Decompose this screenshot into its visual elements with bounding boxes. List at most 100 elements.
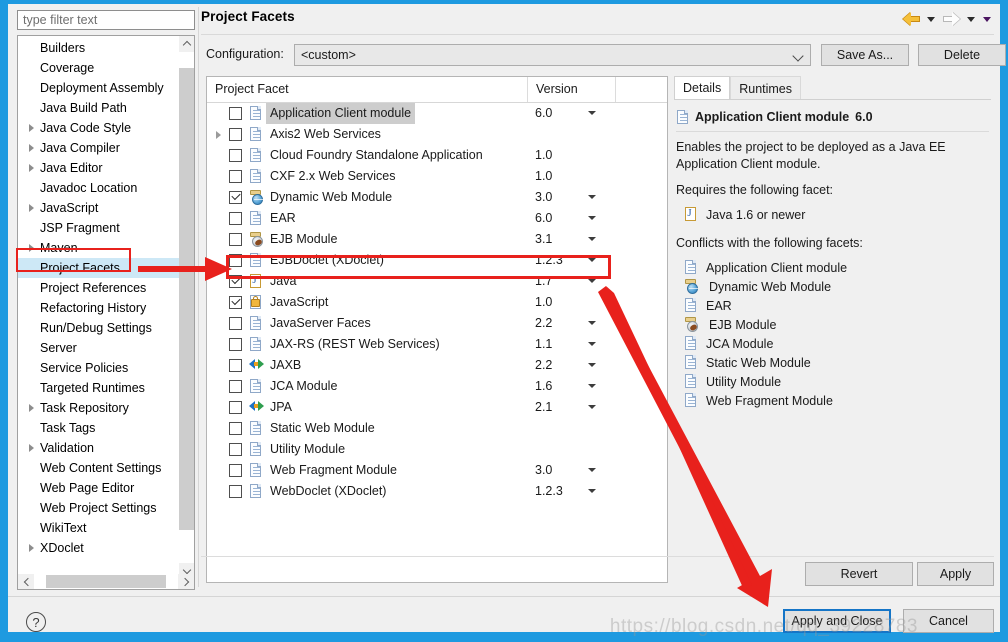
sidebar-item-coverage[interactable]: Coverage: [18, 58, 181, 78]
facet-row[interactable]: Axis2 Web Services: [207, 124, 667, 145]
settings-tree[interactable]: Builders Coverage Deployment Assembly Java …: [17, 35, 195, 580]
facet-checkbox[interactable]: [229, 338, 242, 351]
sidebar-item-java-compiler[interactable]: Java Compiler: [18, 138, 181, 158]
revert-button[interactable]: Revert: [805, 562, 913, 586]
apply-button[interactable]: Apply: [917, 562, 994, 586]
facet-checkbox[interactable]: [229, 464, 242, 477]
expand-arrow-icon[interactable]: [26, 438, 36, 458]
facet-row[interactable]: EJB Module 3.1: [207, 229, 667, 250]
sidebar-item-xdoclet[interactable]: XDoclet: [18, 538, 181, 558]
facet-row[interactable]: JAXB 2.2: [207, 355, 667, 376]
facet-checkbox[interactable]: [229, 380, 242, 393]
facet-row[interactable]: Static Web Module: [207, 418, 667, 439]
facet-row[interactable]: Web Fragment Module 3.0: [207, 460, 667, 481]
tree-horizontal-scrollbar[interactable]: [17, 574, 195, 590]
facet-checkbox[interactable]: [229, 317, 242, 330]
facet-checkbox[interactable]: [229, 149, 242, 162]
expand-arrow-icon[interactable]: [26, 198, 36, 218]
save-as-button[interactable]: Save As...: [821, 44, 909, 66]
configuration-select[interactable]: <custom>: [294, 44, 811, 66]
sidebar-item-builders[interactable]: Builders: [18, 38, 181, 58]
sidebar-item-deployment-assembly[interactable]: Deployment Assembly: [18, 78, 181, 98]
version-chevron-down-icon[interactable]: [588, 363, 596, 367]
facet-checkbox[interactable]: [229, 170, 242, 183]
scrollbar-thumb[interactable]: [179, 68, 194, 530]
tree-vertical-scrollbar[interactable]: [179, 36, 194, 579]
facet-row[interactable]: Cloud Foundry Standalone Application 1.0: [207, 145, 667, 166]
facet-checkbox[interactable]: [229, 233, 242, 246]
sidebar-item-javadoc-location[interactable]: Javadoc Location: [18, 178, 181, 198]
apply-and-close-button[interactable]: Apply and Close: [783, 609, 891, 633]
tab-runtimes[interactable]: Runtimes: [730, 76, 802, 100]
facet-checkbox[interactable]: [229, 422, 242, 435]
expand-arrow-icon[interactable]: [26, 538, 36, 558]
facet-row[interactable]: J Java 1.7: [207, 271, 667, 292]
expand-arrow-icon[interactable]: [26, 118, 36, 138]
facet-checkbox[interactable]: [229, 401, 242, 414]
back-history-chevron-down-icon[interactable]: [924, 8, 938, 30]
version-chevron-down-icon[interactable]: [588, 216, 596, 220]
version-chevron-down-icon[interactable]: [588, 468, 596, 472]
sidebar-item-java-editor[interactable]: Java Editor: [18, 158, 181, 178]
facet-checkbox[interactable]: [229, 254, 242, 267]
version-chevron-down-icon[interactable]: [588, 279, 596, 283]
sidebar-item-web-content-settings[interactable]: Web Content Settings: [18, 458, 181, 478]
column-header-extra[interactable]: [615, 77, 667, 102]
hscrollbar-thumb[interactable]: [46, 575, 166, 588]
facet-row[interactable]: JAX-RS (REST Web Services) 1.1: [207, 334, 667, 355]
sidebar-item-web-page-editor[interactable]: Web Page Editor: [18, 478, 181, 498]
back-arrow-icon[interactable]: [900, 8, 922, 30]
sidebar-item-run-debug-settings[interactable]: Run/Debug Settings: [18, 318, 181, 338]
facet-row[interactable]: Dynamic Web Module 3.0: [207, 187, 667, 208]
sidebar-item-task-tags[interactable]: Task Tags: [18, 418, 181, 438]
expand-arrow-icon[interactable]: [26, 158, 36, 178]
version-chevron-down-icon[interactable]: [588, 111, 596, 115]
version-chevron-down-icon[interactable]: [588, 342, 596, 346]
facet-checkbox[interactable]: [229, 443, 242, 456]
sidebar-item-maven[interactable]: Maven: [18, 238, 181, 258]
facet-row[interactable]: Application Client module 6.0: [207, 103, 667, 124]
facet-row[interactable]: EJBDoclet (XDoclet) 1.2.3: [207, 250, 667, 271]
sidebar-item-web-project-settings[interactable]: Web Project Settings: [18, 498, 181, 518]
scroll-right-arrow-icon[interactable]: [178, 574, 194, 589]
facet-row[interactable]: Utility Module: [207, 439, 667, 460]
sidebar-item-task-repository[interactable]: Task Repository: [18, 398, 181, 418]
facet-checkbox[interactable]: [229, 359, 242, 372]
scroll-up-arrow-icon[interactable]: [179, 36, 194, 52]
version-chevron-down-icon[interactable]: [588, 405, 596, 409]
sidebar-item-service-policies[interactable]: Service Policies: [18, 358, 181, 378]
forward-history-chevron-down-icon[interactable]: [964, 8, 978, 30]
sidebar-item-project-facets[interactable]: Project Facets: [18, 258, 181, 278]
expand-arrow-icon[interactable]: [26, 238, 36, 258]
column-header-version[interactable]: Version: [527, 77, 615, 102]
delete-button[interactable]: Delete: [918, 44, 1006, 66]
sidebar-item-java-build-path[interactable]: Java Build Path: [18, 98, 181, 118]
sidebar-item-project-references[interactable]: Project References: [18, 278, 181, 298]
version-chevron-down-icon[interactable]: [588, 321, 596, 325]
filter-input[interactable]: type filter text: [17, 10, 195, 30]
view-menu-chevron-down-icon[interactable]: [980, 8, 994, 30]
facet-table[interactable]: Project Facet Version Application Client…: [206, 76, 668, 583]
facet-checkbox[interactable]: [229, 191, 242, 204]
facet-row[interactable]: WebDoclet (XDoclet) 1.2.3: [207, 481, 667, 502]
scroll-left-arrow-icon[interactable]: [18, 574, 34, 589]
sidebar-item-targeted-runtimes[interactable]: Targeted Runtimes: [18, 378, 181, 398]
cancel-button[interactable]: Cancel: [903, 609, 994, 633]
version-chevron-down-icon[interactable]: [588, 384, 596, 388]
facet-row[interactable]: EAR 6.0: [207, 208, 667, 229]
version-chevron-down-icon[interactable]: [588, 489, 596, 493]
help-icon[interactable]: ?: [26, 612, 46, 632]
sidebar-item-java-code-style[interactable]: Java Code Style: [18, 118, 181, 138]
version-chevron-down-icon[interactable]: [588, 195, 596, 199]
facet-row[interactable]: JavaScript 1.0: [207, 292, 667, 313]
facet-checkbox[interactable]: [229, 485, 242, 498]
sidebar-item-validation[interactable]: Validation: [18, 438, 181, 458]
facet-row[interactable]: JPA 2.1: [207, 397, 667, 418]
facet-checkbox[interactable]: [229, 275, 242, 288]
expand-arrow-icon[interactable]: [26, 138, 36, 158]
facet-row[interactable]: CXF 2.x Web Services 1.0: [207, 166, 667, 187]
column-header-project-facet[interactable]: Project Facet: [207, 77, 527, 102]
facet-checkbox[interactable]: [229, 107, 242, 120]
forward-arrow-icon[interactable]: [940, 8, 962, 30]
facet-row[interactable]: JCA Module 1.6: [207, 376, 667, 397]
